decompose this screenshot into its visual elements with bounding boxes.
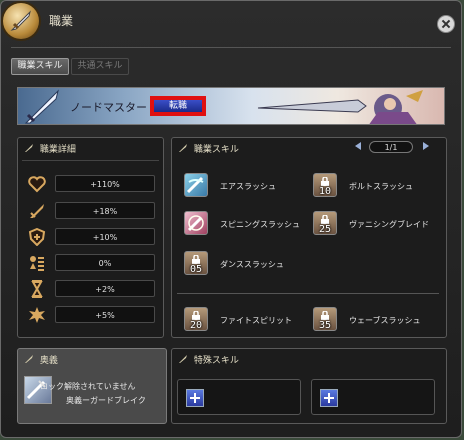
sword-icon xyxy=(179,355,187,363)
heart-icon xyxy=(28,176,46,193)
skill-name: スピニングスラッシュ xyxy=(220,220,300,229)
secret-heading: 奥義 xyxy=(39,356,58,366)
plus-icon xyxy=(320,389,338,407)
stat-row: +5% xyxy=(23,304,163,326)
stat-value: +18% xyxy=(55,202,155,219)
skill-level: 25 xyxy=(318,224,332,235)
skill-slot[interactable]: 35 ウェーブスラッシュ xyxy=(313,307,435,343)
skill-slot[interactable]: エアスラッシュ xyxy=(184,173,306,209)
job-banner: ノードマスター xyxy=(17,87,445,125)
details-heading: 職業詳細 xyxy=(39,145,76,155)
stat-value: +110% xyxy=(55,175,155,192)
job-icon xyxy=(3,3,39,39)
stat-value: 0% xyxy=(55,254,155,271)
job-name: ノードマスター xyxy=(70,101,147,114)
skill-level: 35 xyxy=(318,320,332,331)
skill-level: 20 xyxy=(189,320,203,331)
hourglass-icon xyxy=(31,280,43,298)
skill-name: ウェーブスラッシュ xyxy=(349,316,421,325)
skill-slot[interactable]: スピニングスラッシュ xyxy=(184,211,306,247)
details-divider xyxy=(22,160,159,161)
skill-level: 10 xyxy=(318,186,332,197)
tab-job-skills[interactable]: 職業スキル xyxy=(11,58,69,75)
stat-row: +2% xyxy=(23,278,163,300)
shield-icon xyxy=(28,228,46,246)
skill-name: ファイトスピリット xyxy=(220,316,292,325)
skills-divider xyxy=(177,293,439,294)
sword-icon xyxy=(24,89,59,124)
change-job-button[interactable]: 転職 xyxy=(150,96,206,116)
special-slot[interactable] xyxy=(177,379,301,415)
skill-slot[interactable]: 25 ヴァニシングブレイド xyxy=(313,211,435,247)
page-indicator: 1/1 xyxy=(369,141,413,153)
skill-name: ボルトスラッシュ xyxy=(349,182,413,191)
prev-page-icon[interactable] xyxy=(353,141,363,151)
skill-level: 05 xyxy=(189,264,203,275)
lock-icon: 20 xyxy=(184,307,208,331)
lock-icon: 05 xyxy=(184,251,208,275)
stat-row: 0% xyxy=(23,252,163,274)
sword-icon xyxy=(25,355,33,363)
stat-value: +2% xyxy=(55,280,155,297)
list-icon xyxy=(30,256,44,271)
skills-pager: 1/1 xyxy=(353,141,435,153)
job-window: 職業 職業スキル 共通スキル ノードマスター 転職 職業詳細 +110% +18… xyxy=(0,0,462,438)
window-title: 職業 xyxy=(49,14,74,28)
skill-name: エアスラッシュ xyxy=(220,182,276,191)
title-divider xyxy=(11,47,451,48)
character-art xyxy=(257,90,423,124)
skill-name: ダンススラッシュ xyxy=(220,260,284,269)
tab-common-skills[interactable]: 共通スキル xyxy=(71,58,129,75)
title-bar[interactable]: 職業 xyxy=(1,1,461,41)
lock-icon: 35 xyxy=(313,307,337,331)
impact-icon xyxy=(29,307,45,323)
skill-slot[interactable]: 05 ダンススラッシュ xyxy=(184,251,306,287)
stat-row: +110% xyxy=(23,173,163,195)
stat-row: +10% xyxy=(23,226,163,248)
lock-icon: 25 xyxy=(313,211,337,235)
next-page-icon[interactable] xyxy=(421,141,431,151)
plus-icon xyxy=(186,389,204,407)
sword-icon xyxy=(179,144,187,152)
sword-icon xyxy=(30,204,44,218)
stat-value: +5% xyxy=(55,306,155,323)
skills-heading: 職業スキル xyxy=(193,145,239,155)
air-slash-icon xyxy=(184,173,208,197)
secret-name: 奥義ーガードブレイク xyxy=(66,396,146,405)
secret-panel: 奥義 ロック解除されていません 奥義ーガードブレイク xyxy=(17,348,167,424)
stat-value: +10% xyxy=(55,228,155,245)
special-slot[interactable] xyxy=(311,379,435,415)
skill-slot[interactable]: 10 ボルトスラッシュ xyxy=(313,173,435,209)
skill-slot[interactable]: 20 ファイトスピリット xyxy=(184,307,306,343)
lock-icon: 10 xyxy=(313,173,337,197)
close-icon[interactable] xyxy=(437,15,455,33)
secret-status: ロック解除されていません xyxy=(40,382,136,391)
sword-icon xyxy=(25,144,33,152)
skill-name: ヴァニシングブレイド xyxy=(349,220,429,229)
special-heading: 特殊スキル xyxy=(193,356,239,366)
change-job-label: 転職 xyxy=(154,100,202,112)
spinning-slash-icon xyxy=(184,211,208,235)
stat-row: +18% xyxy=(23,200,163,222)
